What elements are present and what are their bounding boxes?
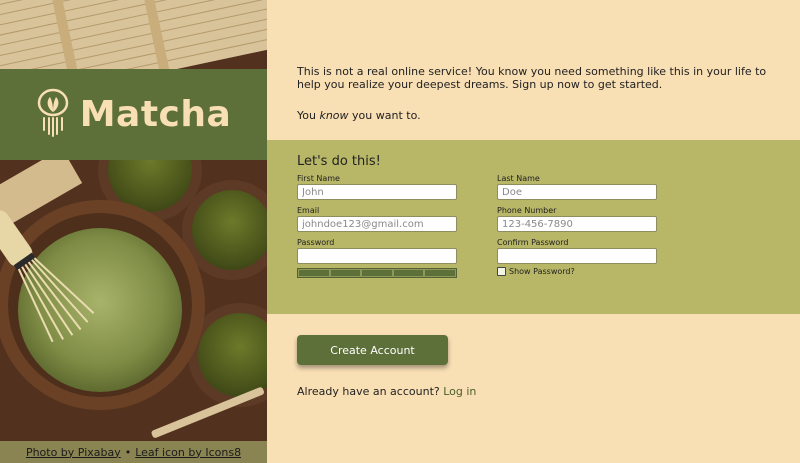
show-password-label: Show Password? bbox=[509, 267, 575, 276]
credit-separator: • bbox=[124, 445, 132, 459]
tagline-emphasis: know bbox=[319, 109, 349, 122]
login-prompt-text: Already have an account? bbox=[297, 385, 444, 398]
first-name-input[interactable] bbox=[297, 184, 457, 200]
phone-group: Phone Number bbox=[497, 206, 657, 232]
strength-segment bbox=[425, 270, 455, 276]
matcha-leaf-icon bbox=[36, 88, 70, 142]
phone-label: Phone Number bbox=[497, 206, 557, 215]
last-name-group: Last Name bbox=[497, 174, 657, 200]
create-account-button[interactable]: Create Account bbox=[297, 335, 448, 365]
show-password-toggle[interactable]: Show Password? bbox=[497, 267, 575, 276]
icon-credit-link[interactable]: Leaf icon by Icons8 bbox=[135, 446, 241, 459]
first-name-group: First Name bbox=[297, 174, 457, 200]
password-strength-meter bbox=[297, 268, 457, 278]
intro-tagline: You know you want to. bbox=[297, 109, 777, 122]
strength-segment bbox=[330, 270, 361, 276]
login-prompt: Already have an account? Log in bbox=[297, 385, 476, 398]
password-input[interactable] bbox=[297, 248, 457, 264]
password-label: Password bbox=[297, 238, 335, 247]
intro-paragraph: This is not a real online service! You k… bbox=[297, 65, 767, 91]
form-title: Let's do this! bbox=[297, 154, 381, 169]
email-input[interactable] bbox=[297, 216, 457, 232]
brand-banner: Matcha bbox=[0, 69, 267, 160]
tagline-start: You bbox=[297, 109, 320, 122]
left-panel: Matcha Photo by Pixabay • Leaf icon by I… bbox=[0, 0, 267, 463]
first-name-label: First Name bbox=[297, 174, 340, 183]
password-group: Password bbox=[297, 238, 457, 264]
strength-segment bbox=[393, 270, 424, 276]
last-name-label: Last Name bbox=[497, 174, 540, 183]
tagline-end: you want to. bbox=[348, 109, 421, 122]
photo-credit-link[interactable]: Photo by Pixabay bbox=[26, 446, 121, 459]
confirm-password-label: Confirm Password bbox=[497, 238, 569, 247]
intro-text: This is not a real online service! You k… bbox=[297, 65, 777, 122]
photo-credits: Photo by Pixabay • Leaf icon by Icons8 bbox=[0, 441, 267, 463]
email-group: Email bbox=[297, 206, 457, 232]
signup-form: Let's do this! First Name Last Name Emai… bbox=[267, 140, 800, 314]
phone-input[interactable] bbox=[497, 216, 657, 232]
strength-segment bbox=[299, 270, 329, 276]
strength-segment bbox=[362, 270, 392, 276]
brand-name: Matcha bbox=[79, 94, 232, 135]
last-name-input[interactable] bbox=[497, 184, 657, 200]
matcha-photo bbox=[0, 0, 267, 441]
confirm-password-input[interactable] bbox=[497, 248, 657, 264]
confirm-password-group: Confirm Password bbox=[497, 238, 657, 264]
login-link[interactable]: Log in bbox=[443, 385, 476, 398]
email-label: Email bbox=[297, 206, 320, 215]
show-password-checkbox[interactable] bbox=[497, 267, 506, 276]
